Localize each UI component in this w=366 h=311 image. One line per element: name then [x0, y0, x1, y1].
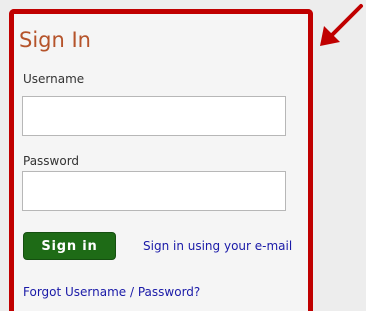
forgot-credentials-link[interactable]: Forgot Username / Password? [23, 285, 200, 299]
signin-title: Sign In [19, 28, 91, 52]
signin-email-link[interactable]: Sign in using your e-mail [143, 239, 292, 253]
username-input[interactable] [22, 96, 286, 136]
signin-button[interactable]: Sign in [23, 232, 116, 260]
password-input[interactable] [22, 171, 286, 211]
password-label: Password [23, 154, 80, 168]
username-label: Username [23, 72, 85, 86]
signin-panel: Sign In Username Password Sign in Sign i… [9, 9, 313, 311]
arrow-pointer-icon [320, 4, 363, 46]
